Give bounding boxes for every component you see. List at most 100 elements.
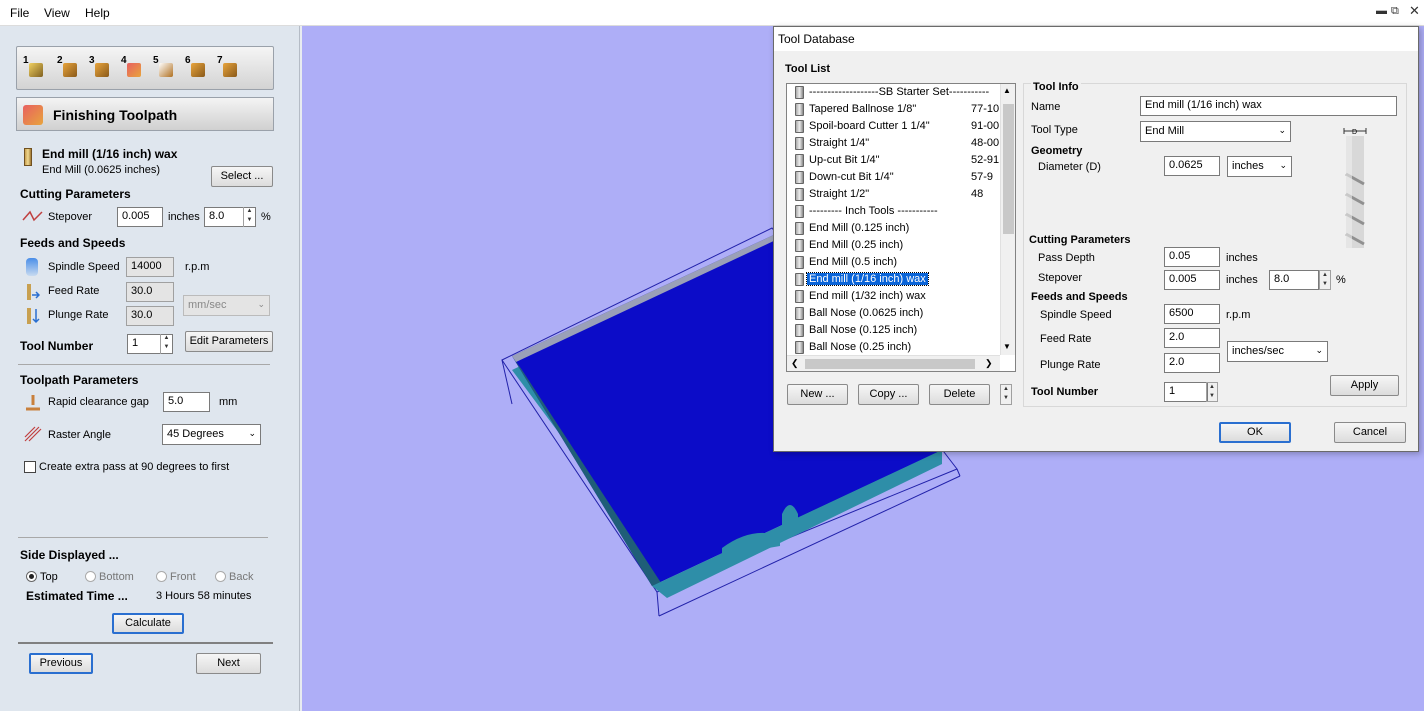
tool-list-item[interactable]: End Mill (0.25 inch) bbox=[787, 237, 1001, 254]
scroll-down-icon[interactable]: ▼ bbox=[1003, 342, 1011, 351]
tool-item-code: 52-91 bbox=[971, 154, 1000, 166]
minimize-icon[interactable]: ▬ bbox=[1376, 5, 1387, 17]
stepover-spinner[interactable]: ▲ ▼ bbox=[243, 207, 255, 227]
tool-bit-icon bbox=[795, 222, 804, 235]
tool-list-item[interactable]: End mill (1/16 inch) wax bbox=[787, 271, 1001, 288]
side-top-radio[interactable] bbox=[26, 571, 37, 582]
extra-pass-label: Create extra pass at 90 degrees to first bbox=[39, 461, 230, 473]
dialog-stepover-spinner[interactable]: ▲ ▼ bbox=[1319, 270, 1331, 290]
tool-item-name: Ball Nose (0.125 inch) bbox=[809, 324, 918, 336]
chevron-down-icon: ⌄ bbox=[1279, 160, 1287, 170]
dialog-stepover-unit: inches bbox=[1226, 274, 1258, 286]
tool-item-name: End mill (1/32 inch) wax bbox=[809, 290, 926, 302]
dialog-tool-number-label: Tool Number bbox=[1031, 386, 1099, 398]
end-mill-diagram: D bbox=[1342, 124, 1368, 250]
menu-bar: File View Help ▬ ⧉ ✕ bbox=[0, 0, 1424, 26]
next-button[interactable]: Next bbox=[196, 653, 261, 674]
stepover-input[interactable]: 0.005 bbox=[117, 207, 163, 227]
spindle-unit: r.p.m bbox=[185, 261, 210, 273]
close-icon[interactable]: ✕ bbox=[1409, 3, 1420, 19]
step-6-button[interactable]: 6 bbox=[185, 55, 209, 81]
scroll-thumb[interactable] bbox=[1003, 104, 1014, 234]
side-bottom-radio bbox=[85, 571, 96, 582]
calculate-button[interactable]: Calculate bbox=[112, 613, 184, 634]
chevron-down-icon: ⌄ bbox=[248, 428, 256, 438]
dialog-rate-unit-select[interactable]: inches/sec ⌄ bbox=[1227, 341, 1328, 362]
previous-button[interactable]: Previous bbox=[29, 653, 93, 674]
tool-item-name: End Mill (0.5 inch) bbox=[809, 256, 898, 268]
spindle-label: Spindle Speed bbox=[48, 261, 120, 273]
chevron-down-icon: ⌄ bbox=[1315, 345, 1323, 355]
hscroll-thumb[interactable] bbox=[805, 359, 975, 369]
tool-list-item[interactable]: Spoil-board Cutter 1 1/4" 91-00 bbox=[787, 118, 1001, 135]
extra-pass-checkbox[interactable] bbox=[24, 461, 36, 473]
apply-button[interactable]: Apply bbox=[1330, 375, 1399, 396]
menu-file[interactable]: File bbox=[10, 6, 29, 20]
dialog-spindle-unit: r.p.m bbox=[1226, 309, 1251, 321]
new-tool-button[interactable]: New ... bbox=[787, 384, 848, 405]
tool-item-name: --------- Inch Tools ----------- bbox=[809, 205, 938, 217]
tool-list-item[interactable]: Straight 1/4" 48-00 bbox=[787, 135, 1001, 152]
menu-help[interactable]: Help bbox=[85, 6, 110, 20]
dialog-plunge-rate-input[interactable]: 2.0 bbox=[1164, 353, 1220, 373]
tool-name-label: Name bbox=[1031, 101, 1061, 113]
scroll-right-icon[interactable]: ❯ bbox=[985, 358, 993, 369]
tool-list-item[interactable]: Down-cut Bit 1/4" 57-9 bbox=[787, 169, 1001, 186]
step-7-button[interactable]: 7 bbox=[217, 55, 241, 81]
side-back-label: Back bbox=[229, 571, 254, 583]
selected-tool-desc: End Mill (0.0625 inches) bbox=[42, 164, 161, 176]
step-5-button[interactable]: 5 bbox=[153, 55, 177, 81]
tool-list-item[interactable]: Ball Nose (0.125 inch) bbox=[787, 322, 1001, 339]
tool-list-item[interactable]: --------- Inch Tools ----------- bbox=[787, 203, 1001, 220]
dialog-stepover-percent-input[interactable]: 8.0 bbox=[1269, 270, 1319, 290]
reorder-spinner[interactable]: ▲ ▼ bbox=[1000, 384, 1012, 405]
tool-item-code: 77-10 bbox=[971, 103, 1000, 115]
tool-type-select[interactable]: End Mill ⌄ bbox=[1140, 121, 1291, 142]
pass-depth-input[interactable]: 0.05 bbox=[1164, 247, 1220, 267]
dialog-tool-number-input[interactable]: 1 bbox=[1164, 382, 1208, 402]
step-4-button[interactable]: 4 bbox=[121, 55, 145, 81]
dialog-spindle-input[interactable]: 6500 bbox=[1164, 304, 1220, 324]
scroll-left-icon[interactable]: ❮ bbox=[791, 358, 799, 369]
tool-list-item[interactable]: Up-cut Bit 1/4" 52-91 bbox=[787, 152, 1001, 169]
scroll-up-icon[interactable]: ▲ bbox=[1003, 86, 1011, 95]
tool-list-item[interactable]: Ball Nose (0.25 inch) bbox=[787, 339, 1001, 356]
tool-name-input[interactable]: End mill (1/16 inch) wax bbox=[1140, 96, 1397, 116]
rapid-clearance-input[interactable]: 5.0 bbox=[163, 392, 210, 412]
restore-icon[interactable]: ⧉ bbox=[1391, 5, 1399, 18]
tool-bit-icon bbox=[795, 256, 804, 269]
dialog-tool-number-spinner[interactable]: ▲ ▼ bbox=[1206, 382, 1218, 402]
tool-list-hscroll[interactable]: ❮ ❯ bbox=[787, 355, 1000, 371]
select-tool-button[interactable]: Select ... bbox=[211, 166, 273, 187]
tool-list-item[interactable]: Ball Nose (0.0625 inch) bbox=[787, 305, 1001, 322]
side-front-label: Front bbox=[170, 571, 196, 583]
tool-list-item[interactable]: Tapered Ballnose 1/8" 77-10 bbox=[787, 101, 1001, 118]
ok-button[interactable]: OK bbox=[1219, 422, 1291, 443]
diameter-input[interactable]: 0.0625 bbox=[1164, 156, 1220, 176]
dialog-feed-rate-input[interactable]: 2.0 bbox=[1164, 328, 1220, 348]
copy-tool-button[interactable]: Copy ... bbox=[858, 384, 919, 405]
tool-list-item[interactable]: End Mill (0.125 inch) bbox=[787, 220, 1001, 237]
tool-bit-icon bbox=[795, 341, 804, 354]
tool-bit-icon bbox=[795, 154, 804, 167]
raster-angle-select[interactable]: 45 Degrees ⌄ bbox=[162, 424, 261, 445]
diameter-unit-select[interactable]: inches ⌄ bbox=[1227, 156, 1292, 177]
plunge-rate-label: Plunge Rate bbox=[48, 309, 109, 321]
tool-list[interactable]: -------------------SB Starter Set-------… bbox=[786, 83, 1016, 372]
dialog-percent-sign: % bbox=[1336, 274, 1346, 286]
dialog-cutting-params-heading: Cutting Parameters bbox=[1029, 234, 1131, 246]
menu-view[interactable]: View bbox=[44, 6, 70, 20]
delete-tool-button[interactable]: Delete bbox=[929, 384, 990, 405]
step-2-button[interactable]: 2 bbox=[57, 55, 81, 81]
tool-number-spinner[interactable]: ▲ ▼ bbox=[160, 334, 172, 354]
dialog-stepover-input[interactable]: 0.005 bbox=[1164, 270, 1220, 290]
edit-parameters-button[interactable]: Edit Parameters bbox=[185, 331, 273, 352]
step-3-button[interactable]: 3 bbox=[89, 55, 113, 81]
step-1-button[interactable]: 1 bbox=[23, 55, 47, 81]
tool-list-item[interactable]: -------------------SB Starter Set-------… bbox=[787, 84, 1001, 101]
tool-list-item[interactable]: Straight 1/2" 48 bbox=[787, 186, 1001, 203]
tool-list-item[interactable]: End mill (1/32 inch) wax bbox=[787, 288, 1001, 305]
cancel-button[interactable]: Cancel bbox=[1334, 422, 1406, 443]
tool-list-item[interactable]: End Mill (0.5 inch) bbox=[787, 254, 1001, 271]
tool-list-vscroll[interactable]: ▲ ▼ bbox=[1000, 84, 1015, 355]
